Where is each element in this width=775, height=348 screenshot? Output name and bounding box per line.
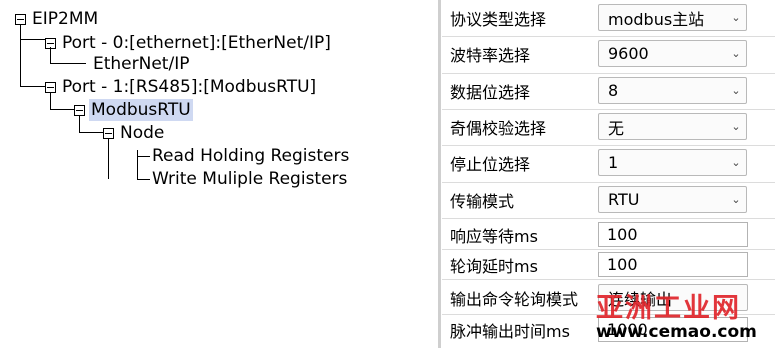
setting-label: 波特率选择	[450, 45, 531, 65]
select-value: RTU	[608, 190, 640, 209]
chevron-down-icon: ⌄	[731, 11, 741, 24]
output-mode-select[interactable]: 连续输出	[598, 284, 748, 311]
setting-label: 响应等待ms	[450, 226, 538, 246]
tree-line	[20, 39, 45, 40]
chevron-down-icon: ⌄	[731, 120, 741, 133]
databits-select[interactable]: 8 ⌄	[598, 77, 747, 104]
row-divider	[442, 279, 775, 280]
setting-label: 协议类型选择	[450, 9, 547, 29]
mode-select[interactable]: RTU ⌄	[598, 186, 747, 213]
row-divider	[442, 145, 775, 146]
tree-line	[137, 150, 138, 179]
tree-node[interactable]: Node	[103, 122, 166, 144]
chevron-down-icon: ⌄	[731, 156, 741, 169]
setting-row-pulse-time: 脉冲输出时间ms 1000	[441, 313, 775, 346]
tree-line	[50, 109, 74, 110]
tree-command-write[interactable]: Write Muliple Registers	[150, 168, 349, 190]
collapse-icon[interactable]	[74, 104, 85, 116]
setting-label: 停止位选择	[450, 154, 531, 174]
timeout-input[interactable]: 100	[598, 222, 748, 247]
parity-select[interactable]: 无 ⌄	[598, 113, 747, 140]
row-divider	[442, 109, 775, 110]
chevron-down-icon: ⌄	[731, 47, 741, 60]
setting-label: 奇偶校验选择	[450, 118, 547, 138]
tree-port1-modbusrtu[interactable]: ModbusRTU	[74, 99, 193, 121]
collapse-icon[interactable]	[15, 13, 26, 25]
row-divider	[442, 314, 775, 315]
setting-row-output-mode: 输出命令轮询模式 连续输出	[441, 281, 775, 314]
tree-label: Node	[120, 123, 165, 143]
tree-line	[108, 139, 109, 179]
tree-line	[79, 132, 103, 133]
poll-delay-input[interactable]: 100	[598, 252, 748, 277]
tree-command-read[interactable]: Read Holding Registers	[150, 145, 351, 167]
tree-label: EtherNet/IP	[93, 54, 190, 74]
select-value: 连续输出	[608, 289, 673, 309]
collapse-icon[interactable]	[45, 81, 56, 93]
tree-label: ModbusRTU	[89, 99, 193, 121]
tree-label: Read Holding Registers	[152, 146, 350, 166]
setting-label: 轮询延时ms	[450, 256, 538, 276]
tree-line	[137, 156, 150, 157]
collapse-icon[interactable]	[45, 37, 56, 49]
tree-port1[interactable]: Port - 1:[RS485]:[ModbusRTU]	[45, 76, 318, 98]
row-divider	[442, 182, 775, 183]
tree-label: Write Muliple Registers	[152, 169, 348, 189]
tree-line	[137, 179, 150, 180]
tree-label: EIP2MM	[32, 9, 99, 29]
baud-select[interactable]: 9600 ⌄	[598, 40, 747, 67]
select-value: 9600	[608, 44, 649, 63]
chevron-down-icon: ⌄	[731, 84, 741, 97]
tree-line	[20, 24, 21, 86]
select-value: 1	[608, 153, 619, 172]
setting-row-mode: 传输模式 RTU ⌄	[441, 183, 775, 216]
setting-label: 数据位选择	[450, 82, 531, 102]
setting-row-parity: 奇偶校验选择 无 ⌄	[441, 110, 775, 143]
device-tree: EIP2MM Port - 0:[ethernet]:[EtherNet/IP]…	[0, 0, 438, 348]
pulse-time-input[interactable]: 1000	[598, 317, 748, 342]
select-value: modbus主站	[608, 9, 705, 29]
protocol-select[interactable]: modbus主站 ⌄	[598, 4, 747, 31]
setting-label: 脉冲输出时间ms	[450, 321, 570, 341]
setting-label: 输出命令轮询模式	[450, 289, 579, 309]
settings-panel: 协议类型选择 modbus主站 ⌄ 波特率选择 9600 ⌄ 数据位选择 8 ⌄…	[438, 0, 775, 348]
row-divider	[442, 73, 775, 74]
collapse-icon[interactable]	[103, 127, 114, 139]
setting-row-timeout: 响应等待ms 100	[441, 218, 775, 251]
setting-row-databits: 数据位选择 8 ⌄	[441, 74, 775, 107]
row-divider	[442, 36, 775, 37]
stopbits-select[interactable]: 1 ⌄	[598, 149, 747, 176]
setting-row-baud: 波特率选择 9600 ⌄	[441, 37, 775, 70]
select-value: 8	[608, 81, 619, 100]
chevron-down-icon: ⌄	[731, 193, 741, 206]
tree-label: Port - 0:[ethernet]:[EtherNet/IP]	[62, 33, 331, 53]
setting-label: 传输模式	[450, 191, 515, 211]
setting-row-poll-delay: 轮询延时ms 100	[441, 248, 775, 281]
tree-line	[50, 63, 86, 64]
select-value: 无	[608, 118, 625, 138]
tree-root[interactable]: EIP2MM	[15, 8, 100, 30]
tree-port0[interactable]: Port - 0:[ethernet]:[EtherNet/IP]	[45, 32, 333, 54]
tree-port0-ethernetip[interactable]: EtherNet/IP	[91, 53, 191, 75]
setting-row-stopbits: 停止位选择 1 ⌄	[441, 146, 775, 179]
setting-row-protocol: 协议类型选择 modbus主站 ⌄	[441, 1, 775, 34]
tree-line	[20, 86, 45, 87]
row-divider	[442, 218, 775, 219]
tree-label: Port - 1:[RS485]:[ModbusRTU]	[62, 77, 317, 97]
row-divider	[442, 249, 775, 250]
